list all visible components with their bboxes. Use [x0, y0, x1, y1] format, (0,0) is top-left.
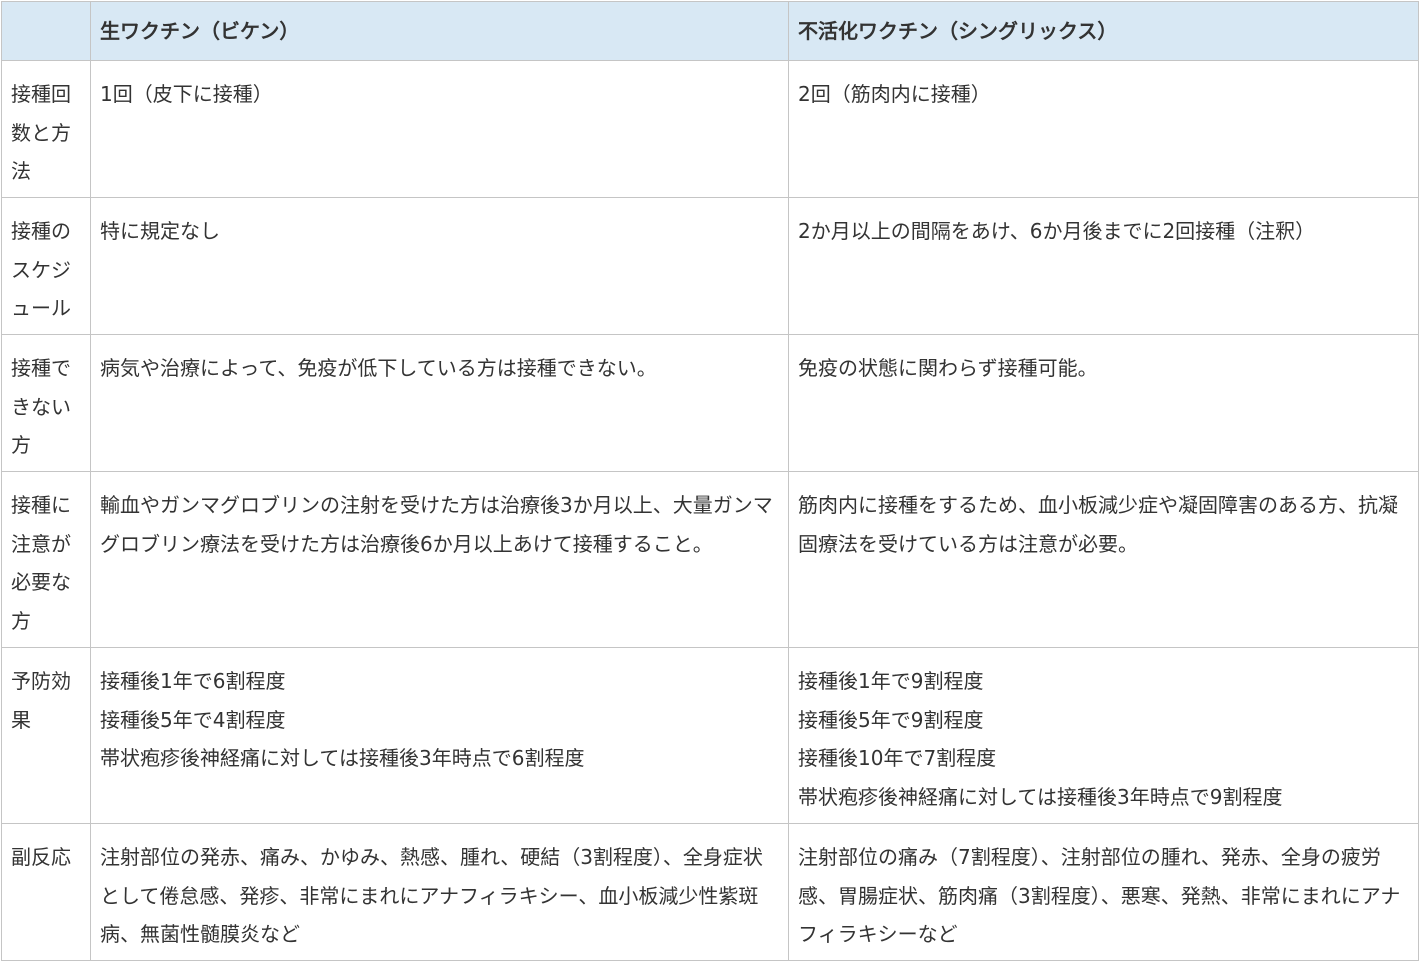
row-label: 接種回数と方法: [1, 60, 91, 198]
cell-line: 2か月以上の間隔をあけ、6か月後までに2回接種（注釈）: [798, 219, 1316, 243]
table-row: 接種に注意が必要な方 輸血やガンマグロブリンの注射を受けた方は治療後3か月以上、…: [1, 471, 1419, 648]
cell-line: 接種後1年で9割程度: [798, 669, 984, 693]
cell-line: 2回（筋肉内に接種）: [798, 82, 991, 106]
table-row: 予防効果 接種後1年で6割程度 接種後5年で4割程度 帯状疱疹後神経痛に対しては…: [1, 647, 1419, 824]
inactivated-vaccine-cell: 注射部位の痛み（7割程度）、注射部位の腫れ、発赤、全身の疲労感、胃腸症状、筋肉痛…: [788, 823, 1419, 961]
live-vaccine-cell: 注射部位の発赤、痛み、かゆみ、熱感、腫れ、硬結（3割程度）、全身症状として倦怠感…: [90, 823, 789, 961]
inactivated-vaccine-cell: 免疫の状態に関わらず接種可能。: [788, 334, 1419, 472]
live-vaccine-cell: 1回（皮下に接種）: [90, 60, 789, 198]
inactivated-vaccine-cell: 2回（筋肉内に接種）: [788, 60, 1419, 198]
cell-line: 筋肉内に接種をするため、血小板減少症や凝固障害のある方、抗凝固療法を受けている方…: [798, 493, 1398, 556]
inactivated-vaccine-cell: 筋肉内に接種をするため、血小板減少症や凝固障害のある方、抗凝固療法を受けている方…: [788, 471, 1419, 648]
row-label: 接種のスケジュール: [1, 197, 91, 335]
cell-line: 接種後10年で7割程度: [798, 746, 997, 770]
live-vaccine-cell: 輸血やガンマグロブリンの注射を受けた方は治療後3か月以上、大量ガンマグロブリン療…: [90, 471, 789, 648]
cell-line: 注射部位の痛み（7割程度）、注射部位の腫れ、発赤、全身の疲労感、胃腸症状、筋肉痛…: [798, 845, 1401, 946]
cell-line: 特に規定なし: [100, 219, 220, 243]
cell-line: 注射部位の発赤、痛み、かゆみ、熱感、腫れ、硬結（3割程度）、全身症状として倦怠感…: [100, 845, 763, 946]
live-vaccine-cell: 特に規定なし: [90, 197, 789, 335]
row-label: 接種できない方: [1, 334, 91, 472]
cell-line: 接種後5年で9割程度: [798, 707, 984, 732]
cell-line: 輸血やガンマグロブリンの注射を受けた方は治療後3か月以上、大量ガンマグロブリン療…: [100, 493, 773, 556]
cell-line: 接種後1年で6割程度: [100, 669, 286, 693]
inactivated-vaccine-cell: 2か月以上の間隔をあけ、6か月後までに2回接種（注釈）: [788, 197, 1419, 335]
live-vaccine-cell: 接種後1年で6割程度 接種後5年で4割程度 帯状疱疹後神経痛に対しては接種後3年…: [90, 647, 789, 824]
table-row: 副反応 注射部位の発赤、痛み、かゆみ、熱感、腫れ、硬結（3割程度）、全身症状とし…: [1, 823, 1419, 961]
table-row: 接種できない方 病気や治療によって、免疫が低下している方は接種できない。 免疫の…: [1, 334, 1419, 472]
header-blank-cell: [1, 1, 91, 61]
header-live-vaccine: 生ワクチン（ビケン）: [90, 1, 789, 61]
row-label: 副反応: [1, 823, 91, 961]
cell-line: 免疫の状態に関わらず接種可能。: [798, 356, 1098, 380]
live-vaccine-cell: 病気や治療によって、免疫が低下している方は接種できない。: [90, 334, 789, 472]
table-header-row: 生ワクチン（ビケン） 不活化ワクチン（シングリックス）: [1, 1, 1419, 61]
cell-line: 帯状疱疹後神経痛に対しては接種後3年時点で9割程度: [798, 784, 1283, 809]
cell-line: 帯状疱疹後神経痛に対しては接種後3年時点で6割程度: [100, 746, 585, 770]
cell-line: 接種後5年で4割程度: [100, 707, 286, 732]
table-row: 接種のスケジュール 特に規定なし 2か月以上の間隔をあけ、6か月後までに2回接種…: [1, 197, 1419, 335]
header-inactivated-vaccine: 不活化ワクチン（シングリックス）: [788, 1, 1419, 61]
cell-line: 病気や治療によって、免疫が低下している方は接種できない。: [100, 356, 657, 380]
inactivated-vaccine-cell: 接種後1年で9割程度 接種後5年で9割程度 接種後10年で7割程度 帯状疱疹後神…: [788, 647, 1419, 824]
table-row: 接種回数と方法 1回（皮下に接種） 2回（筋肉内に接種）: [1, 60, 1419, 198]
cell-line: 1回（皮下に接種）: [100, 82, 273, 106]
row-label: 接種に注意が必要な方: [1, 471, 91, 648]
vaccine-comparison-table: 生ワクチン（ビケン） 不活化ワクチン（シングリックス） 接種回数と方法 1回（皮…: [1, 1, 1419, 961]
row-label: 予防効果: [1, 647, 91, 824]
